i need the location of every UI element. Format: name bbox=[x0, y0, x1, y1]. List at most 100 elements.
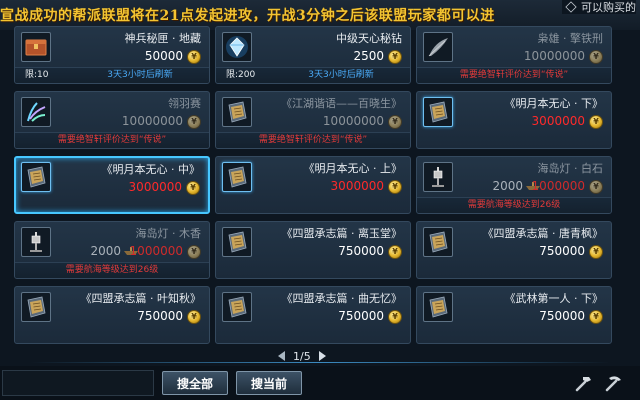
refresh-timer: 3天3小时后刷新 bbox=[308, 70, 374, 80]
purchase-requirement: 需要航海等级达到26级 bbox=[15, 262, 209, 278]
coin-icon: ¥ bbox=[187, 310, 201, 324]
shop-item-card[interactable]: 《四盟承志篇 · 曲无忆》 750000 ¥ bbox=[215, 286, 411, 344]
item-name: 《武林第一人 · 下》 bbox=[504, 292, 604, 305]
item-icon-frame[interactable] bbox=[423, 227, 453, 257]
coin-icon: ¥ bbox=[589, 310, 603, 324]
item-icon-frame[interactable] bbox=[21, 227, 51, 257]
search-all-button[interactable]: 搜全部 bbox=[162, 371, 228, 395]
book-icon bbox=[228, 101, 247, 123]
coin-icon: ¥ bbox=[388, 180, 402, 194]
item-price: 10000000 bbox=[322, 114, 384, 128]
previous-page-icon[interactable] bbox=[278, 351, 285, 361]
item-price: 3000000 bbox=[330, 179, 384, 193]
coin-icon: ¥ bbox=[187, 50, 201, 64]
shop-item-card[interactable]: 《明月本无心 · 中》 3000000 ¥ bbox=[14, 156, 210, 214]
shop-item-card[interactable]: 海岛灯 · 白石 2000 1000000 ¥ 需要航海等级达到26级 bbox=[416, 156, 612, 214]
coin-icon: ¥ bbox=[187, 245, 201, 259]
item-name: 《四盟承志篇 · 叶知秋》 bbox=[80, 292, 202, 305]
purchase-limit: 限:10 bbox=[25, 70, 49, 80]
book-icon bbox=[228, 166, 247, 188]
purchase-requirement: 需要绝智轩评价达到“传说” bbox=[417, 67, 611, 83]
shop-item-card[interactable]: 枭雄 · 擎铁刑 10000000 ¥ 需要绝智轩评价达到“传说” bbox=[416, 26, 612, 84]
item-price: 50000 bbox=[144, 49, 183, 63]
lantern-icon bbox=[432, 167, 444, 187]
item-name: 《四盟承志篇 · 唐青枫》 bbox=[482, 227, 604, 240]
item-price: 750000 bbox=[338, 309, 384, 323]
book-icon bbox=[429, 101, 448, 123]
item-navigation-cost: 2000 bbox=[90, 244, 121, 258]
coin-icon: ¥ bbox=[388, 245, 402, 259]
item-price: 3000000 bbox=[531, 114, 585, 128]
item-icon-frame[interactable] bbox=[21, 162, 51, 192]
coin-icon: ¥ bbox=[186, 181, 200, 195]
purchase-requirement: 需要绝智轩评价达到“传说” bbox=[15, 132, 209, 148]
next-page-icon[interactable] bbox=[318, 351, 326, 361]
shop-item-card[interactable]: 翎羽赛 10000000 ¥ 需要绝智轩评价达到“传说” bbox=[14, 91, 210, 149]
item-price: 10000000 bbox=[121, 114, 183, 128]
item-icon-frame[interactable] bbox=[21, 32, 51, 62]
item-icon-frame[interactable] bbox=[222, 227, 252, 257]
page-indicator: 1/5 bbox=[293, 349, 311, 363]
book-icon bbox=[27, 166, 46, 188]
purchase-requirement: 需要绝智轩评价达到“传说” bbox=[216, 132, 410, 148]
search-input[interactable] bbox=[2, 370, 154, 396]
purchasable-filter[interactable]: 可以购买的 bbox=[562, 0, 636, 14]
shop-item-card[interactable]: 《江湖谐语——百晓生》 10000000 ¥ 需要绝智轩评价达到“传说” bbox=[215, 91, 411, 149]
book-icon bbox=[429, 231, 448, 253]
filter-label: 可以购买的 bbox=[581, 1, 636, 14]
item-status-bar: 限:10 3天3小时后刷新 bbox=[15, 67, 209, 83]
shop-item-card[interactable]: 《明月本无心 · 下》 3000000 ¥ bbox=[416, 91, 612, 149]
coin-icon: ¥ bbox=[388, 50, 402, 64]
coin-icon: ¥ bbox=[589, 245, 603, 259]
item-name: 翎羽赛 bbox=[168, 97, 201, 110]
shop-item-card[interactable]: 《四盟承志篇 · 唐青枫》 750000 ¥ bbox=[416, 221, 612, 279]
item-icon-frame[interactable] bbox=[21, 97, 51, 127]
item-name: 枭雄 · 擎铁刑 bbox=[537, 32, 604, 45]
shop-item-card[interactable]: 《四盟承志篇 · 离玉堂》 750000 ¥ bbox=[215, 221, 411, 279]
item-name: 《明月本无心 · 中》 bbox=[101, 163, 201, 176]
shop-item-card[interactable]: 《明月本无心 · 上》 3000000 ¥ bbox=[215, 156, 411, 214]
item-price: 750000 bbox=[338, 244, 384, 258]
item-name: 《四盟承志篇 · 离玉堂》 bbox=[281, 227, 403, 240]
item-name: 《四盟承志篇 · 曲无忆》 bbox=[281, 292, 403, 305]
filter-checkbox-icon[interactable] bbox=[565, 1, 577, 13]
item-icon-frame[interactable] bbox=[423, 162, 453, 192]
item-icon-frame[interactable] bbox=[222, 97, 252, 127]
shop-item-card[interactable]: 神兵秘匣 · 地藏 50000 ¥ 限:10 3天3小时后刷新 bbox=[14, 26, 210, 84]
item-name: 海岛灯 · 木香 bbox=[135, 227, 202, 240]
item-name: 海岛灯 · 白石 bbox=[537, 162, 604, 175]
announcement-text: 宣战成功的帮派联盟将在21点发起进攻，开战3分钟之后该联盟玩家都可以进 bbox=[0, 8, 495, 24]
item-icon-frame[interactable] bbox=[222, 292, 252, 322]
purchase-limit: 限:200 bbox=[226, 70, 256, 80]
coin-icon: ¥ bbox=[589, 180, 603, 194]
coin-icon: ¥ bbox=[187, 115, 201, 129]
plume-icon bbox=[27, 102, 46, 122]
hammer-icon[interactable] bbox=[574, 374, 594, 392]
book-icon bbox=[27, 296, 46, 318]
item-icon-frame[interactable] bbox=[21, 292, 51, 322]
item-price: 750000 bbox=[539, 244, 585, 258]
item-price: 10000000 bbox=[523, 49, 585, 63]
item-price: 2500 bbox=[353, 49, 384, 63]
item-icon-frame[interactable] bbox=[222, 32, 252, 62]
item-icon-frame[interactable] bbox=[423, 292, 453, 322]
item-icon-frame[interactable] bbox=[423, 32, 453, 62]
shop-item-card[interactable]: 《四盟承志篇 · 叶知秋》 750000 ¥ bbox=[14, 286, 210, 344]
feather-icon bbox=[428, 38, 448, 57]
coin-icon: ¥ bbox=[388, 115, 402, 129]
refresh-timer: 3天3小时后刷新 bbox=[107, 70, 173, 80]
item-name: 神兵秘匣 · 地藏 bbox=[124, 32, 202, 45]
item-name: 中级天心秘钻 bbox=[336, 32, 402, 45]
item-price: 1000000 bbox=[129, 244, 183, 258]
gem-icon bbox=[226, 36, 248, 58]
box-icon bbox=[25, 39, 47, 56]
shop-item-card[interactable]: 中级天心秘钻 2500 ¥ 限:200 3天3小时后刷新 bbox=[215, 26, 411, 84]
search-current-button[interactable]: 搜当前 bbox=[236, 371, 302, 395]
pickaxe-icon[interactable] bbox=[603, 374, 623, 392]
shop-item-card[interactable]: 《武林第一人 · 下》 750000 ¥ bbox=[416, 286, 612, 344]
shop-item-card[interactable]: 海岛灯 · 木香 2000 1000000 ¥ 需要航海等级达到26级 bbox=[14, 221, 210, 279]
item-name: 《明月本无心 · 上》 bbox=[303, 162, 403, 175]
item-icon-frame[interactable] bbox=[222, 162, 252, 192]
item-price: 1000000 bbox=[531, 179, 585, 193]
item-icon-frame[interactable] bbox=[423, 97, 453, 127]
